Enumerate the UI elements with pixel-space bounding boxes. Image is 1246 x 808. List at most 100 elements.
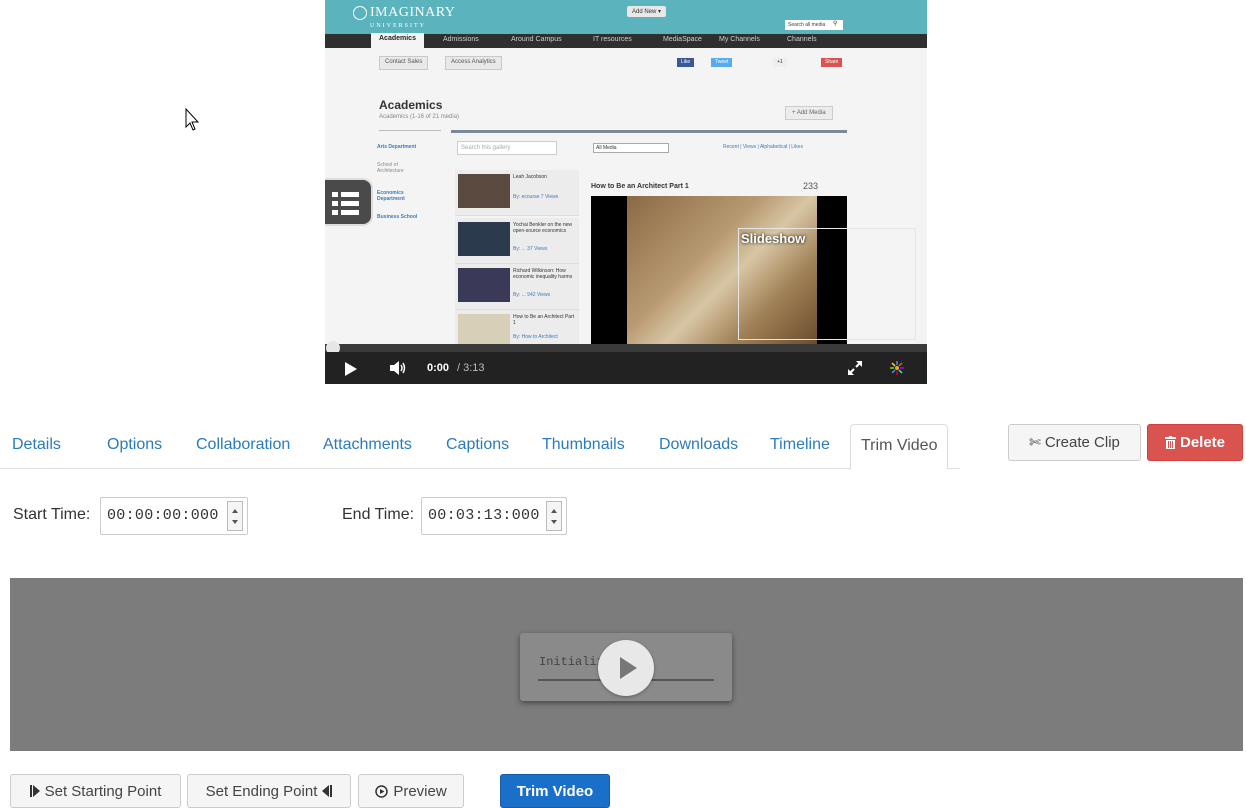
trash-icon	[1164, 436, 1176, 449]
embedded-site-header: IMAGINARY UNIVERSITY Add New ▾ Search al…	[325, 0, 927, 34]
create-clip-button[interactable]: ✄ Create Clip	[1008, 424, 1141, 461]
big-play-icon[interactable]	[598, 640, 654, 696]
embedded-access-analytics: Access Analytics	[445, 56, 502, 70]
embedded-site-nav: Academics Admissions Around Campus IT re…	[325, 33, 927, 48]
university-seal-icon	[353, 6, 367, 20]
embedded-side-link: Arts Department	[377, 144, 417, 150]
embedded-logo-text: IMAGINARY	[370, 5, 456, 21]
embedded-thumb-meta: By: ... 942 Views	[513, 292, 551, 298]
trim-video-button[interactable]: Trim Video	[500, 774, 610, 808]
stepper-down-icon[interactable]	[551, 520, 557, 524]
preview-label: Preview	[393, 782, 447, 800]
embedded-nav-item: Admissions	[443, 36, 479, 43]
embedded-nav-item: Channels	[787, 36, 817, 43]
play-circle-icon	[375, 784, 389, 798]
embedded-side-link: Business School	[377, 214, 418, 220]
stepper-up-icon[interactable]	[232, 509, 238, 513]
embedded-divider	[379, 130, 441, 131]
set-ending-point-button[interactable]: Set Ending Point	[187, 774, 351, 808]
embedded-plus-icon: +1	[773, 58, 787, 67]
embedded-nav-item: IT resources	[593, 36, 632, 43]
embedded-side-link: School of Architecture	[377, 162, 404, 174]
embedded-thumb-meta: By: ecourse 7 Views	[513, 194, 559, 200]
embedded-thumb-meta: By: ... 37 Views	[513, 246, 548, 252]
create-clip-label: Create Clip	[1044, 434, 1120, 451]
embedded-filter: All Media	[593, 143, 669, 153]
embedded-gallery-search: Search this gallery	[457, 141, 557, 155]
embedded-nav-item: Academics	[371, 33, 424, 48]
end-time-stepper[interactable]	[546, 501, 562, 531]
progress-bar[interactable]	[325, 344, 927, 352]
mouse-cursor-icon	[185, 108, 200, 131]
embedded-thumb-title: Leah Jacobson	[513, 174, 547, 180]
embedded-nav-item: MediaSpace	[663, 36, 702, 43]
video-frame[interactable]: IMAGINARY UNIVERSITY Add New ▾ Search al…	[325, 0, 927, 344]
embedded-thumb-title: Richard Wilkinson: How economic inequali…	[513, 268, 573, 280]
playlist-menu-icon[interactable]	[325, 178, 373, 226]
set-ending-point-label: Set Ending Point	[205, 782, 318, 800]
start-time-stepper[interactable]	[227, 501, 243, 531]
stepper-up-icon[interactable]	[551, 509, 557, 513]
embedded-tweet-icon: Tweet	[711, 58, 733, 67]
embedded-thumb: How to Be an Architect Part 1 By: How to…	[455, 310, 579, 344]
tab-options[interactable]: Options	[107, 436, 162, 454]
end-time-value[interactable]: 00:03:13:000	[428, 507, 540, 524]
tab-details[interactable]: Details	[12, 436, 61, 454]
tab-thumbnails[interactable]: Thumbnails	[542, 436, 625, 454]
embedded-contact-sales: Contact Sales	[379, 56, 429, 70]
current-time: 0:00	[427, 362, 450, 374]
embedded-thumb-image	[458, 174, 510, 208]
tab-downloads[interactable]: Downloads	[659, 436, 738, 454]
delete-button[interactable]: Delete	[1147, 424, 1243, 461]
set-starting-point-button[interactable]: Set Starting Point	[10, 774, 181, 808]
trim-video-label: Trim Video	[516, 782, 594, 800]
embedded-share-icon: Share	[821, 58, 843, 67]
embedded-logo-subtext: UNIVERSITY	[370, 23, 426, 29]
embedded-media-views: 233	[803, 181, 819, 191]
set-starting-point-label: Set Starting Point	[44, 782, 162, 800]
step-start-icon	[29, 785, 40, 797]
tab-trim-video[interactable]: Trim Video	[850, 424, 949, 470]
embedded-thumb-meta: By: How to Architect	[513, 334, 558, 340]
preview-button[interactable]: Preview	[358, 774, 464, 808]
end-time-field[interactable]: 00:03:13:000	[421, 497, 567, 535]
slideshow-label: Slideshow	[741, 231, 806, 246]
kaltura-logo-icon[interactable]	[889, 360, 905, 376]
embedded-nav-item: Around Campus	[511, 36, 562, 43]
trim-preview-area[interactable]: Initializin	[10, 578, 1243, 751]
volume-icon[interactable]	[389, 360, 407, 376]
total-time: / 3:13	[457, 362, 485, 374]
embedded-thumb: Leah Jacobson By: ecourse 7 Views	[455, 170, 579, 216]
fullscreen-icon[interactable]	[847, 360, 863, 376]
embedded-site-logo: IMAGINARY UNIVERSITY	[353, 6, 455, 32]
embedded-thumb-image	[458, 314, 510, 344]
play-icon[interactable]	[345, 362, 357, 376]
delete-label: Delete	[1179, 434, 1226, 451]
embedded-sort-links: Recent | Views | Alphabetical | Likes	[723, 144, 803, 150]
embedded-heading: Academics	[379, 98, 443, 112]
embedded-nav-item: My Channels	[719, 36, 760, 43]
embedded-thumb-image	[458, 222, 510, 256]
tab-timeline[interactable]: Timeline	[770, 436, 830, 454]
embedded-subheading: Academics (1-16 of 21 media)	[379, 114, 460, 120]
stepper-down-icon[interactable]	[232, 520, 238, 524]
embedded-thumb-image	[458, 268, 510, 302]
embedded-search-icon: ⚲	[833, 21, 838, 27]
start-time-value[interactable]: 00:00:00:000	[107, 507, 219, 524]
embedded-thumb-title: How to Be an Architect Part 1	[513, 314, 575, 326]
video-player[interactable]: IMAGINARY UNIVERSITY Add New ▾ Search al…	[325, 0, 927, 384]
embedded-side-link: Economics Department	[377, 190, 405, 202]
scissors-icon: ✄	[1029, 434, 1041, 450]
tab-attachments[interactable]: Attachments	[323, 436, 412, 454]
end-time-label: End Time:	[342, 506, 415, 523]
start-time-field[interactable]: 00:00:00:000	[100, 497, 248, 535]
step-end-icon	[322, 785, 333, 797]
embedded-divider	[451, 130, 847, 133]
edit-tabs: Details Options Collaboration Attachment…	[0, 424, 960, 470]
tab-collaboration[interactable]: Collaboration	[196, 436, 290, 454]
tab-captions[interactable]: Captions	[446, 436, 509, 454]
player-controls: 0:00 / 3:13	[325, 352, 927, 384]
embedded-add-new: Add New ▾	[627, 6, 667, 17]
embedded-add-media: + Add Media	[785, 106, 833, 120]
embedded-thumb-title: Yochai Benkler on the new open-source ec…	[513, 222, 573, 234]
